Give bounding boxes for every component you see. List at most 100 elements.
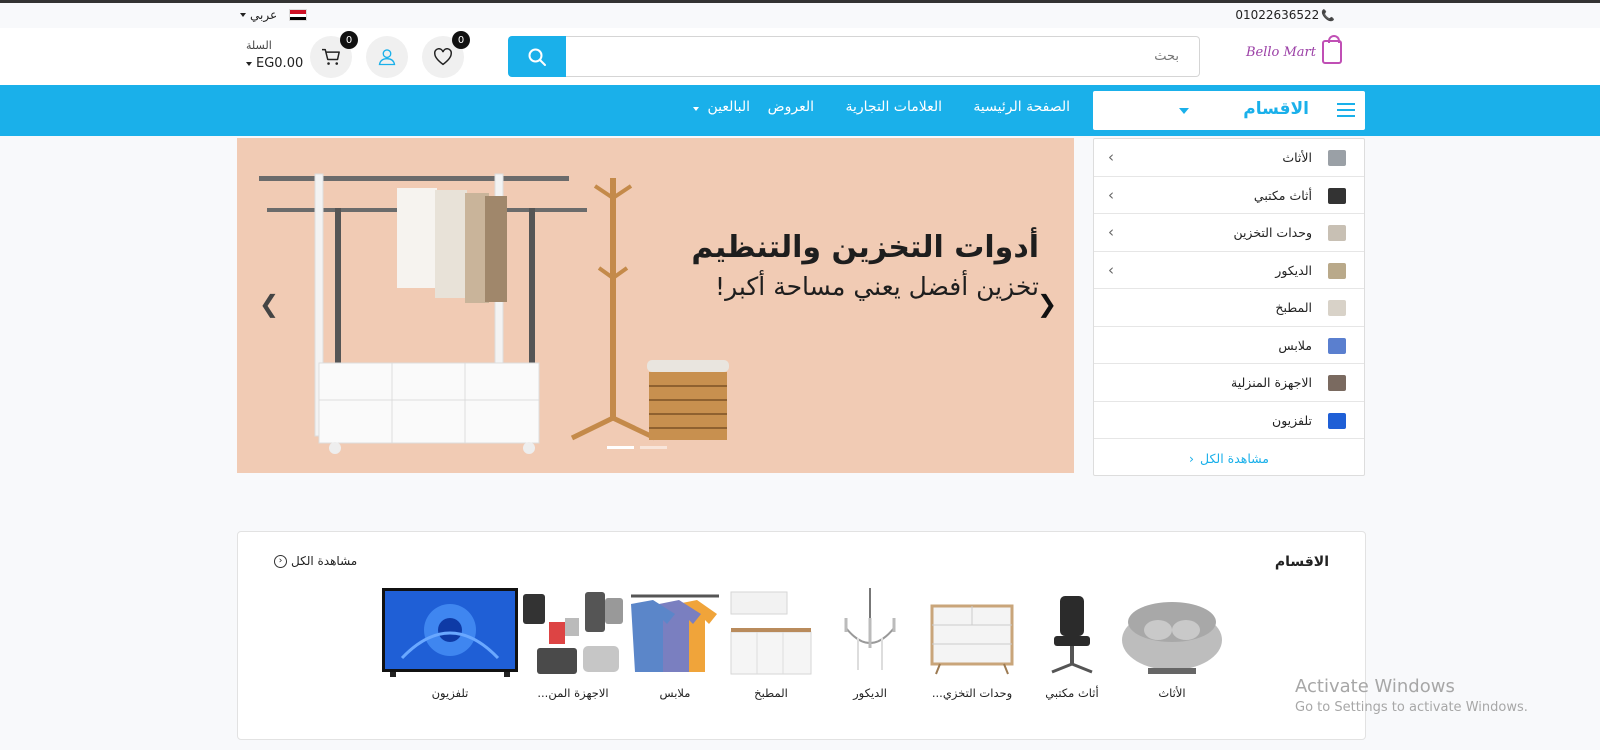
- site-header: Bello Mart 0 0 السلة: [0, 28, 1600, 85]
- cart-count-badge: 0: [340, 31, 358, 49]
- category-card-kitchen[interactable]: المطبخ: [717, 588, 825, 708]
- phone-icon: 📞: [1321, 9, 1335, 22]
- chevron-left-icon: ‹: [1189, 451, 1195, 466]
- sidebar-item-label: الاجهزة المنزلية: [1231, 375, 1312, 390]
- chevron-left-icon: ‹: [1108, 223, 1114, 241]
- categories-section: الاقسام مشاهدة الكل ‹ الأثاث أثاث مكتبي: [237, 531, 1366, 740]
- category-card-label: وحدات التخزي...: [931, 686, 1013, 700]
- kitchen-icon: [1328, 300, 1346, 316]
- sidebar-item-clothes[interactable]: ملابس: [1094, 327, 1364, 364]
- section-title: الاقسام: [1274, 554, 1329, 570]
- slider-dot-1[interactable]: [607, 446, 634, 449]
- sidebar-item-label: ملابس: [1278, 337, 1312, 353]
- slider-prev-arrow-icon[interactable]: ❮: [259, 290, 279, 318]
- language-switcher[interactable]: عربي: [240, 8, 308, 22]
- category-card-office-furniture[interactable]: أثاث مكتبي: [1018, 588, 1126, 708]
- category-card-label: ملابس: [659, 686, 691, 700]
- sidebar-item-tv[interactable]: تلفزيون: [1094, 402, 1364, 439]
- search-bar: [508, 36, 1200, 77]
- categories-dropdown-label: الاقسام: [1243, 99, 1309, 119]
- category-card-decor[interactable]: الديكور: [816, 588, 924, 708]
- phone-number[interactable]: 01022636522 📞: [1235, 8, 1335, 22]
- sidebar-view-all-link[interactable]: مشاهدة الكل ‹: [1094, 442, 1364, 475]
- search-button[interactable]: [508, 36, 566, 77]
- site-logo[interactable]: Bello Mart: [1245, 35, 1342, 64]
- category-card-clothes[interactable]: ملابس: [621, 588, 729, 708]
- category-card-storage[interactable]: وحدات التخزي...: [918, 588, 1026, 708]
- nav-link-more-label: البالعين: [707, 99, 750, 115]
- category-card-label: المطبخ: [754, 686, 788, 700]
- category-card-label: الأثاث: [1158, 686, 1186, 700]
- wishlist-button[interactable]: 0: [422, 31, 470, 78]
- section-view-all-label: مشاهدة الكل: [291, 554, 358, 568]
- sidebar-item-storage[interactable]: وحدات التخزين ‹: [1094, 214, 1364, 252]
- sidebar-item-appliances[interactable]: الاجهزة المنزلية: [1094, 364, 1364, 402]
- top-strip: 01022636522 📞 عربي: [0, 3, 1600, 28]
- slider-next-arrow-icon[interactable]: ❯: [1037, 290, 1057, 318]
- egypt-flag-icon: [289, 9, 308, 21]
- nav-link-brands[interactable]: العلامات التجارية: [845, 99, 942, 115]
- sidebar-item-kitchen[interactable]: المطبخ: [1094, 289, 1364, 327]
- cart-summary[interactable]: السلة EG0.00: [246, 39, 304, 71]
- hamburger-menu-icon: [1337, 103, 1355, 121]
- cart-amount: EG0.00: [256, 56, 304, 71]
- heart-icon: [434, 48, 452, 66]
- cart-amount-row: EG0.00: [246, 56, 304, 71]
- category-card-label: الديكور: [853, 686, 887, 700]
- chevron-left-icon: ‹: [1108, 148, 1114, 166]
- sidebar-item-label: وحدات التخزين: [1233, 225, 1312, 240]
- slider-indicators: [607, 446, 667, 449]
- phone-text: 01022636522: [1235, 8, 1320, 22]
- slider-dot-2[interactable]: [640, 446, 667, 449]
- wishlist-count-badge: 0: [452, 31, 470, 49]
- chevron-down-icon: [246, 61, 252, 66]
- main-navigation: الاقسام الصفحة الرئيسية العلامات التجاري…: [0, 85, 1600, 136]
- shopping-bag-logo-icon: [1322, 35, 1342, 64]
- chevron-left-icon: ‹: [1108, 185, 1114, 204]
- sidebar-item-label: الديكور: [1275, 262, 1312, 278]
- logo-text: Bello Mart: [1245, 44, 1316, 60]
- chevron-down-icon: [1179, 108, 1189, 114]
- category-card-appliances[interactable]: الاجهزة المن...: [519, 588, 627, 708]
- sofa-icon: [1328, 150, 1346, 166]
- hero-banner-slider[interactable]: أدوات التخزين والتنظيم تخزين أفضل يعني م…: [237, 138, 1074, 473]
- chevron-down-icon: [240, 13, 246, 17]
- category-card-label: تلفزيون: [431, 686, 469, 700]
- dresser-image: [930, 604, 1014, 675]
- watermark-line-1: Activate Windows: [1295, 676, 1455, 697]
- kitchen-image: [730, 591, 812, 675]
- circle-arrow-icon: ‹: [274, 554, 287, 568]
- cart-button[interactable]: 0: [310, 31, 358, 78]
- chevron-left-icon: ‹: [1108, 260, 1114, 279]
- banner-product-illustration: [259, 173, 729, 454]
- dresser-icon: [1328, 225, 1346, 241]
- chevron-down-icon: [693, 107, 699, 111]
- categories-dropdown[interactable]: الاقسام: [1093, 91, 1365, 130]
- category-card-furniture[interactable]: الأثاث: [1118, 588, 1226, 708]
- section-view-all-link[interactable]: مشاهدة الكل ‹: [274, 554, 357, 568]
- sidebar-item-label: تلفزيون: [1272, 412, 1312, 428]
- nav-link-offers[interactable]: العروض: [768, 99, 814, 115]
- sofa-chair-image: [1122, 602, 1222, 674]
- nav-link-home[interactable]: الصفحة الرئيسية: [973, 99, 1070, 115]
- office-chair-image: [1051, 596, 1093, 674]
- sidebar-item-furniture[interactable]: الأثاث ‹: [1094, 139, 1364, 177]
- cart-label: السلة: [246, 39, 272, 52]
- sidebar-item-office-furniture[interactable]: أثاث مكتبي ‹: [1094, 177, 1364, 214]
- sidebar-item-label: المطبخ: [1275, 300, 1312, 315]
- search-icon: [528, 48, 546, 66]
- account-button[interactable]: [366, 36, 408, 78]
- clothes-icon: [1328, 337, 1346, 354]
- watermark-line-2: Go to Settings to activate Windows.: [1295, 700, 1528, 715]
- banner-title: أدوات التخزين والتنظيم: [691, 230, 1039, 265]
- category-card-tv[interactable]: تلفزيون: [382, 588, 518, 708]
- sidebar-item-decor[interactable]: الديكور ‹: [1094, 252, 1364, 289]
- language-label: عربي: [250, 8, 278, 22]
- tv-icon: [1328, 412, 1346, 429]
- nav-link-more[interactable]: البالعين: [693, 99, 750, 115]
- windows-activation-watermark: Activate Windows Go to Settings to activ…: [1295, 676, 1528, 715]
- search-input[interactable]: [566, 36, 1200, 77]
- chandelier-icon: [1328, 262, 1346, 279]
- shopping-cart-icon: [322, 48, 340, 65]
- category-card-label: الاجهزة المن...: [537, 686, 609, 700]
